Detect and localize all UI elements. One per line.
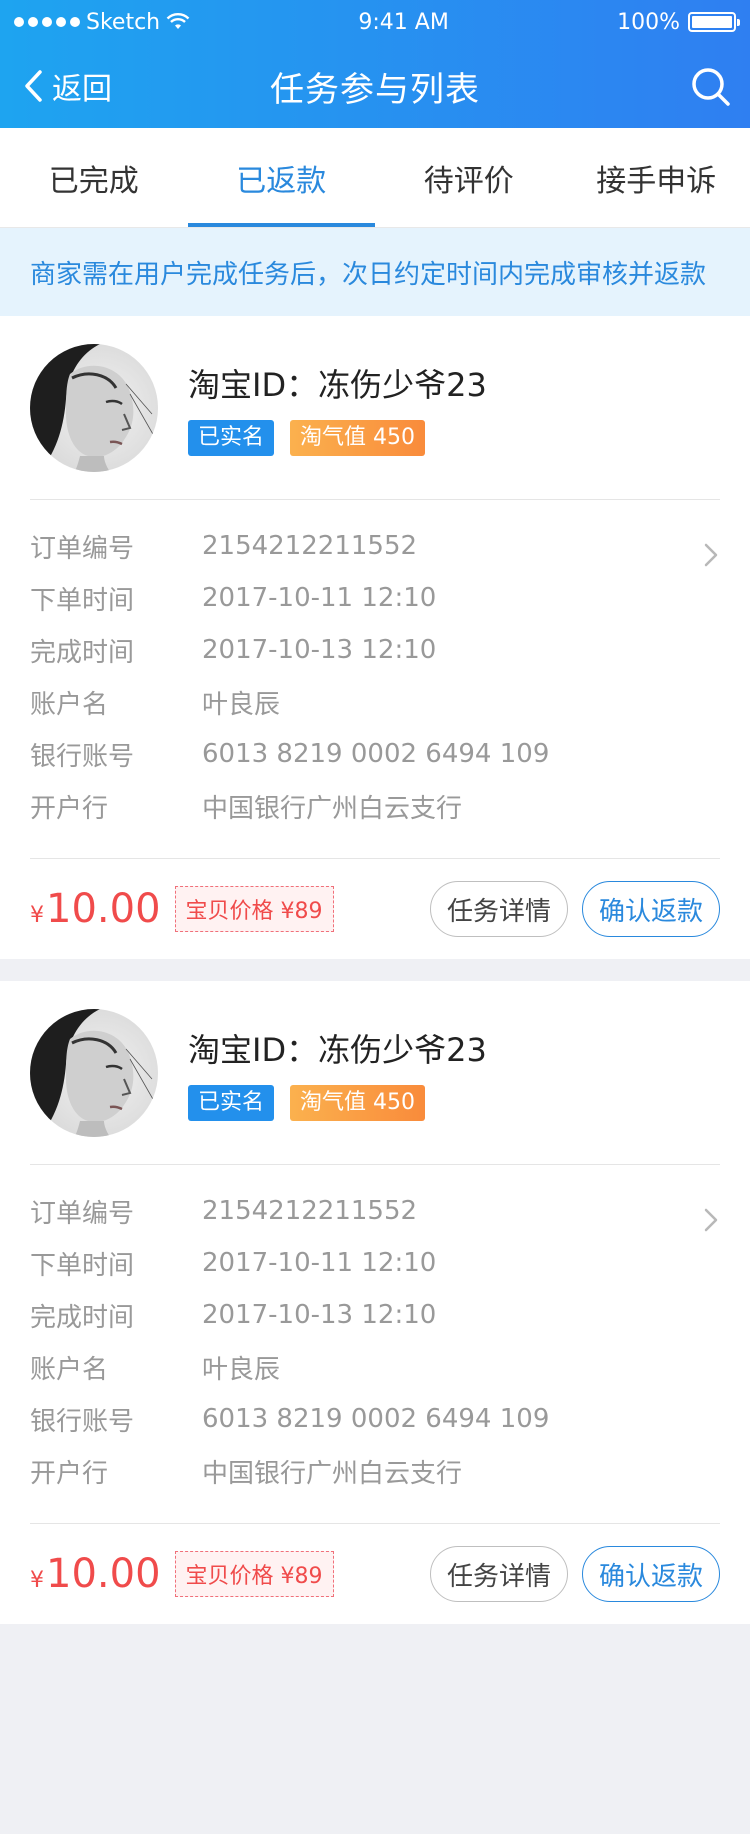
detail-value: 6013 8219 0002 6494 109 xyxy=(202,739,550,769)
detail-value: 中国银行广州白云支行 xyxy=(202,793,463,824)
detail-value: 2017-10-13 12:10 xyxy=(202,635,437,665)
detail-value: 2017-10-11 12:10 xyxy=(202,583,437,613)
tab-appeal[interactable]: 接手申诉 xyxy=(563,128,750,227)
currency-symbol: ¥ xyxy=(30,1568,44,1593)
detail-row-order-no: 订单编号 2154212211552 xyxy=(30,520,720,572)
order-details: 订单编号 2154212211552 下单时间 2017-10-11 12:10… xyxy=(30,500,720,859)
detail-row-order-no: 订单编号 2154212211552 xyxy=(30,1185,720,1237)
card-actions: 任务详情 确认返款 xyxy=(429,1546,720,1602)
chevron-right-icon[interactable] xyxy=(702,1205,720,1235)
signal-icon xyxy=(14,17,80,27)
search-icon[interactable] xyxy=(690,66,732,108)
app-header: Sketch 9:41 AM 100% 返回 任务参与列表 xyxy=(0,0,750,128)
detail-label: 开户行 xyxy=(30,1458,109,1489)
avatar-image xyxy=(30,1008,158,1137)
amount-value: 10.00 xyxy=(46,1551,161,1597)
verified-badge: 已实名 xyxy=(188,419,275,456)
detail-row-finish-time: 完成时间 2017-10-13 12:10 xyxy=(30,1289,720,1341)
card-actions: 任务详情 确认返款 xyxy=(429,881,720,937)
goods-price-tag: 宝贝价格 ¥89 xyxy=(174,1551,334,1597)
detail-value: 2154212211552 xyxy=(202,531,418,561)
verified-badge: 已实名 xyxy=(188,1084,275,1121)
detail-row-finish-time: 完成时间 2017-10-13 12:10 xyxy=(30,624,720,676)
detail-value: 叶良辰 xyxy=(202,1354,281,1385)
page-title: 任务参与列表 xyxy=(270,69,480,110)
detail-row-bank-branch: 开户行 中国银行广州白云支行 xyxy=(30,1445,720,1497)
avatar xyxy=(30,1008,158,1137)
detail-label: 完成时间 xyxy=(30,1302,135,1333)
detail-label: 账户名 xyxy=(30,689,109,720)
back-button[interactable]: 返回 xyxy=(22,44,112,128)
tab-refunded[interactable]: 已返款 xyxy=(187,128,376,227)
detail-row-account-name: 账户名 叶良辰 xyxy=(30,1341,720,1393)
back-label: 返回 xyxy=(52,72,112,107)
card-header: 淘宝ID：冻伤少爷23 已实名 淘气值 450 xyxy=(30,981,720,1165)
amount-value: 10.00 xyxy=(46,886,161,932)
tab-pending-review[interactable]: 待评价 xyxy=(375,128,563,227)
goods-price-tag: 宝贝价格 ¥89 xyxy=(174,886,334,932)
detail-label: 订单编号 xyxy=(30,1198,135,1229)
detail-label: 完成时间 xyxy=(30,637,135,668)
nav-bar: 返回 任务参与列表 xyxy=(0,44,750,128)
status-bar: Sketch 9:41 AM 100% xyxy=(0,0,750,44)
currency-symbol: ¥ xyxy=(30,903,44,928)
card-header: 淘宝ID：冻伤少爷23 已实名 淘气值 450 xyxy=(30,316,720,500)
carrier-label: Sketch xyxy=(86,9,161,35)
card-footer: ¥ 10.00 宝贝价格 ¥89 任务详情 确认返款 xyxy=(30,1524,720,1624)
tab-completed[interactable]: 已完成 xyxy=(0,128,188,227)
detail-label: 银行账号 xyxy=(30,741,135,772)
notice-banner: 商家需在用户完成任务后，次日约定时间内完成审核并返款 xyxy=(0,228,750,316)
detail-row-bank-branch: 开户行 中国银行广州白云支行 xyxy=(30,780,720,832)
tab-bar: 已完成 已返款 待评价 接手申诉 xyxy=(0,128,750,228)
score-badge: 淘气值 450 xyxy=(290,1084,426,1121)
badge-group: 已实名 淘气值 450 xyxy=(188,419,487,456)
detail-row-order-time: 下单时间 2017-10-11 12:10 xyxy=(30,1237,720,1289)
detail-label: 下单时间 xyxy=(30,585,135,616)
detail-row-bank-account: 银行账号 6013 8219 0002 6494 109 xyxy=(30,1393,720,1445)
card-footer: ¥ 10.00 宝贝价格 ¥89 任务详情 确认返款 xyxy=(30,859,720,959)
detail-label: 开户行 xyxy=(30,793,109,824)
status-left: Sketch xyxy=(14,10,190,35)
detail-value: 叶良辰 xyxy=(202,689,281,720)
battery-percent: 100% xyxy=(617,9,680,35)
task-card: 淘宝ID：冻伤少爷23 已实名 淘气值 450 订单编号 21542122115… xyxy=(0,981,750,1624)
chevron-left-icon xyxy=(25,70,42,102)
detail-row-order-time: 下单时间 2017-10-11 12:10 xyxy=(30,572,720,624)
detail-value: 2154212211552 xyxy=(202,1196,418,1226)
avatar xyxy=(30,343,158,472)
detail-value: 2017-10-11 12:10 xyxy=(202,1248,437,1278)
task-detail-button[interactable]: 任务详情 xyxy=(429,1546,568,1602)
detail-label: 账户名 xyxy=(30,1354,109,1385)
detail-value: 中国银行广州白云支行 xyxy=(202,1458,463,1489)
avatar-image xyxy=(30,343,158,472)
task-card: 淘宝ID：冻伤少爷23 已实名 淘气值 450 订单编号 21542122115… xyxy=(0,316,750,959)
refund-amount: ¥ 10.00 xyxy=(30,1551,161,1597)
badge-group: 已实名 淘气值 450 xyxy=(188,1084,487,1121)
detail-label: 银行账号 xyxy=(30,1406,135,1437)
refund-amount: ¥ 10.00 xyxy=(30,886,161,932)
battery-icon xyxy=(688,12,740,32)
detail-row-account-name: 账户名 叶良辰 xyxy=(30,676,720,728)
status-right: 100% xyxy=(617,9,740,35)
wifi-icon xyxy=(166,13,190,29)
user-info: 淘宝ID：冻伤少爷23 已实名 淘气值 450 xyxy=(188,1025,487,1121)
user-name: 淘宝ID：冻伤少爷23 xyxy=(188,365,487,404)
status-time: 9:41 AM xyxy=(358,9,449,35)
detail-value: 2017-10-13 12:10 xyxy=(202,1300,437,1330)
confirm-refund-button[interactable]: 确认返款 xyxy=(581,881,720,937)
detail-value: 6013 8219 0002 6494 109 xyxy=(202,1404,550,1434)
detail-label: 下单时间 xyxy=(30,1250,135,1281)
order-details: 订单编号 2154212211552 下单时间 2017-10-11 12:10… xyxy=(30,1165,720,1524)
user-info: 淘宝ID：冻伤少爷23 已实名 淘气值 450 xyxy=(188,360,487,456)
chevron-right-icon[interactable] xyxy=(702,540,720,570)
confirm-refund-button[interactable]: 确认返款 xyxy=(581,1546,720,1602)
detail-row-bank-account: 银行账号 6013 8219 0002 6494 109 xyxy=(30,728,720,780)
detail-label: 订单编号 xyxy=(30,533,135,564)
score-badge: 淘气值 450 xyxy=(290,419,426,456)
user-name: 淘宝ID：冻伤少爷23 xyxy=(188,1030,487,1069)
task-detail-button[interactable]: 任务详情 xyxy=(429,881,568,937)
